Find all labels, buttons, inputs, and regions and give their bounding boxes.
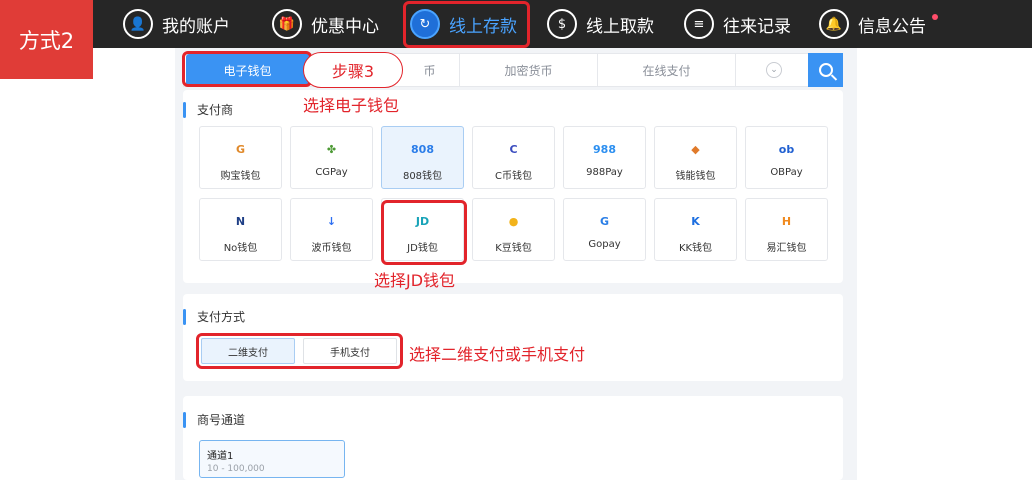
payment-method-title: 支付方式: [183, 308, 245, 326]
bobi-logo-icon: ↓: [326, 214, 337, 228]
nav-label: 往来记录: [723, 16, 791, 37]
notification-dot: [932, 14, 938, 20]
provider-name: 988Pay: [586, 167, 623, 178]
kdou-logo-icon: ●: [508, 214, 519, 228]
nav-label: 信息公告: [858, 16, 926, 37]
withdraw-icon: $: [547, 9, 577, 39]
nav-promotions[interactable]: 🎁 优惠中心: [272, 6, 379, 42]
channel-section-title: 商号通道: [183, 411, 245, 429]
nav-online-withdraw[interactable]: $ 线上取款: [547, 6, 654, 42]
provider-card[interactable]: ↓ 波币钱包: [290, 198, 373, 261]
qianneng-logo-icon: ◆: [691, 142, 700, 156]
chevron-down-icon: ⌄: [766, 62, 782, 78]
channel-range: 10 - 100,000: [207, 464, 265, 474]
provider-card[interactable]: H 易汇钱包: [745, 198, 828, 261]
provider-name: 808钱包: [402, 171, 443, 182]
provider-name: No钱包: [223, 243, 258, 254]
provider-card[interactable]: ✤ CGPay: [290, 126, 373, 189]
user-icon: 👤: [123, 9, 153, 39]
search-icon: [818, 63, 833, 77]
tab-more[interactable]: ⌄: [736, 54, 812, 86]
provider-card[interactable]: N No钱包: [199, 198, 282, 261]
annotation-select-ewallet: 选择电子钱包: [303, 96, 400, 115]
pay988-logo-icon: 988: [593, 142, 616, 156]
ewallet-tab-highlight-box: [182, 51, 312, 87]
nav-label: 线上取款: [586, 16, 654, 37]
provider-card[interactable]: 988 988Pay: [563, 126, 646, 189]
deposit-highlight-box: [403, 1, 530, 48]
provider-card[interactable]: ob OBPay: [745, 126, 828, 189]
record-icon: ≡: [684, 9, 714, 39]
method-badge: 方式2: [0, 0, 93, 79]
nav-announcements[interactable]: 🔔 信息公告: [819, 6, 938, 42]
wallet808-logo-icon: 808: [411, 142, 434, 156]
provider-name: 易汇钱包: [766, 243, 807, 254]
nav-label: 我的账户: [162, 16, 230, 37]
channel-name: 通道1: [207, 451, 234, 462]
provider-card[interactable]: ◆ 钱能钱包: [654, 126, 737, 189]
bell-icon: 🔔: [819, 9, 849, 39]
provider-name: 购宝钱包: [220, 171, 261, 182]
provider-name: Gopay: [588, 239, 621, 250]
jd-highlight-box: [381, 200, 467, 265]
kk-logo-icon: K: [691, 214, 700, 228]
goubao-logo-icon: G: [235, 142, 246, 156]
provider-name: K豆钱包: [495, 243, 532, 254]
tab-crypto[interactable]: 加密货币: [460, 54, 598, 86]
provider-card[interactable]: G 购宝钱包: [199, 126, 282, 189]
nav-my-account[interactable]: 👤 我的账户: [123, 6, 230, 42]
gopay-logo-icon: G: [599, 214, 610, 228]
yihui-logo-icon: H: [781, 214, 792, 228]
provider-card[interactable]: G Gopay: [563, 198, 646, 261]
provider-name: CGPay: [315, 167, 348, 178]
provider-card[interactable]: ● K豆钱包: [472, 198, 555, 261]
provider-card[interactable]: C C币钱包: [472, 126, 555, 189]
nav-label: 优惠中心: [311, 16, 379, 37]
provider-card[interactable]: K KK钱包: [654, 198, 737, 261]
step-bubble: 步骤3: [303, 52, 403, 88]
gift-icon: 🎁: [272, 9, 302, 39]
channel-option[interactable]: 通道1 10 - 100,000: [199, 440, 345, 478]
provider-name: 波币钱包: [311, 243, 352, 254]
cgpay-logo-icon: ✤: [326, 142, 337, 156]
payment-method-highlight-box: [196, 333, 403, 369]
tab-online-pay[interactable]: 在线支付: [598, 54, 736, 86]
no-wallet-logo-icon: N: [235, 214, 246, 228]
annotation-select-method: 选择二维支付或手机支付: [409, 345, 586, 364]
provider-name: C币钱包: [495, 171, 532, 182]
nav-records[interactable]: ≡ 往来记录: [684, 6, 791, 42]
obpay-logo-icon: ob: [778, 142, 795, 156]
provider-card[interactable]: 808 808钱包: [381, 126, 464, 189]
search-button[interactable]: [808, 53, 843, 87]
annotation-select-jd: 选择JD钱包: [374, 271, 456, 290]
provider-name: KK钱包: [678, 243, 713, 254]
provider-name: OBPay: [770, 167, 803, 178]
cbi-logo-icon: C: [509, 142, 518, 156]
provider-name: 钱能钱包: [675, 171, 716, 182]
provider-section-title: 支付商: [183, 101, 233, 119]
